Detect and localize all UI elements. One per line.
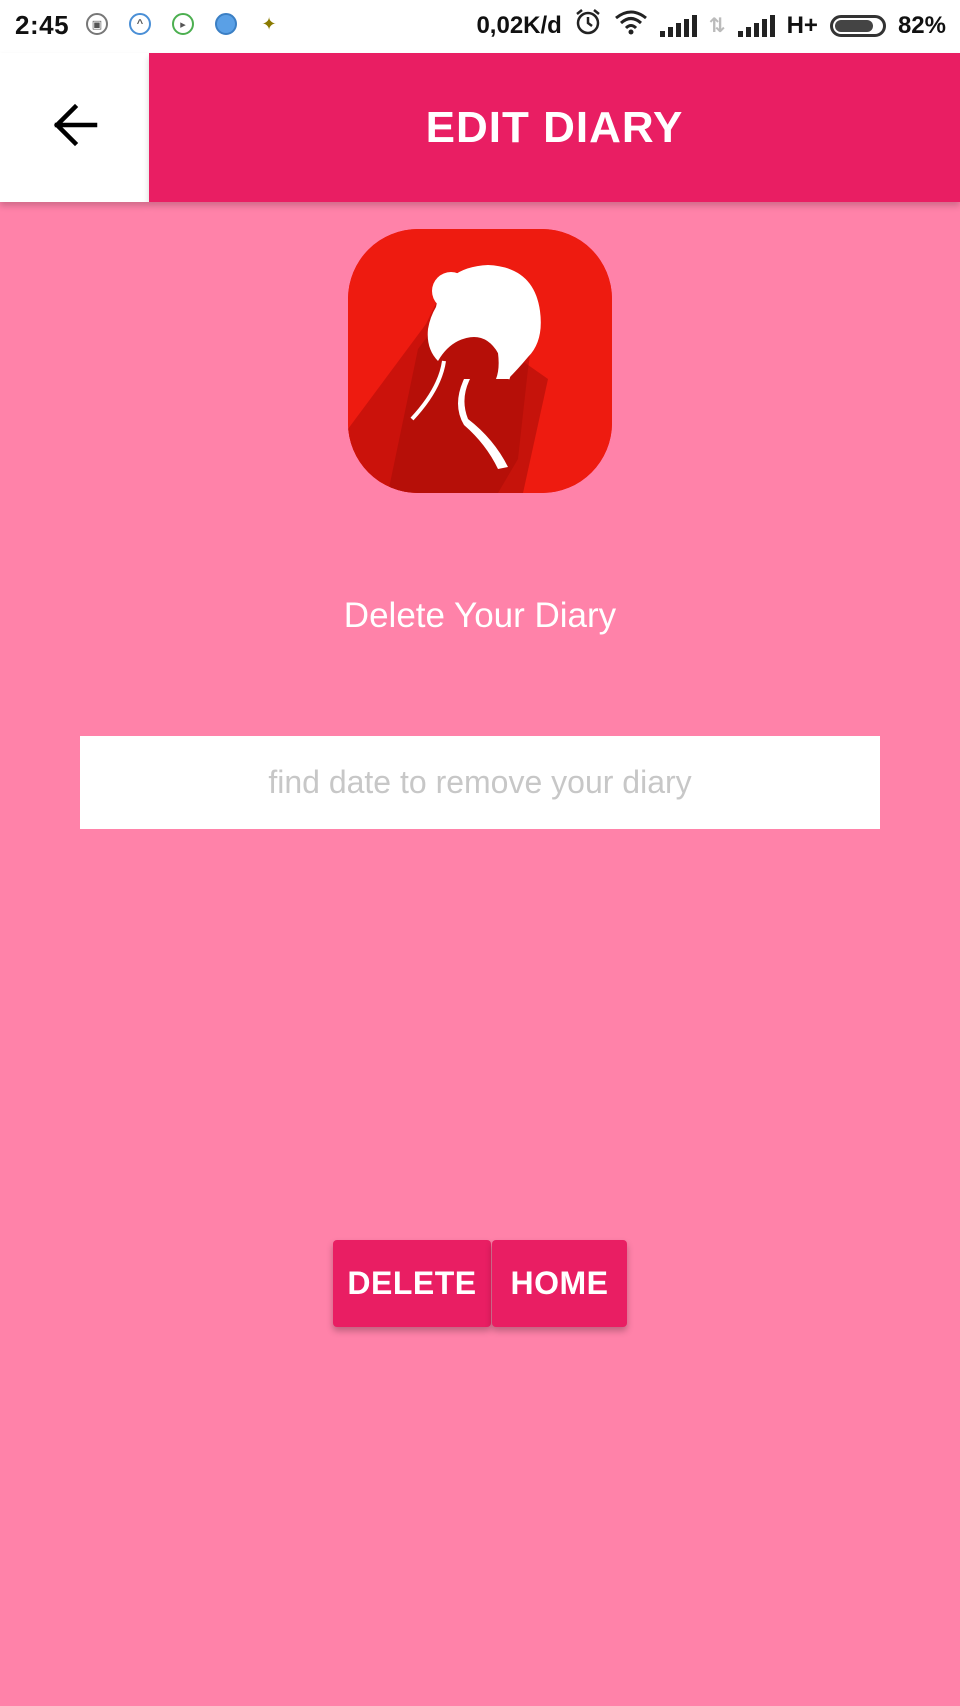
signal-icon (737, 14, 775, 37)
network-speed: 0,02K/d (476, 11, 562, 39)
home-button[interactable]: HOME (492, 1240, 627, 1327)
status-time: 2:45 (15, 10, 70, 40)
date-search-input[interactable] (80, 736, 880, 829)
notification-play-icon: ▸ (172, 13, 194, 35)
signal-icon (659, 14, 697, 37)
page-title: EDIT DIARY (425, 102, 684, 152)
status-bar: 2:45 ▣ ^ ▸ ✦ 0,02K/d ⇅ H+ 82% (0, 0, 960, 53)
app-bar: EDIT DIARY (0, 53, 960, 202)
battery-fill (834, 19, 873, 32)
battery-percent: 82% (897, 11, 946, 39)
network-type: H+ (786, 11, 818, 39)
notification-arrow-icon: ^ (129, 13, 151, 35)
arrow-left-icon (51, 103, 99, 152)
wifi-icon (614, 9, 648, 42)
app-logo (348, 229, 612, 493)
status-right: 0,02K/d ⇅ H+ 82% (476, 8, 946, 43)
notification-icons: ▣ ^ ▸ ✦ (86, 13, 280, 35)
woman-silhouette-logo (348, 229, 612, 493)
delete-button[interactable]: DELETE (333, 1240, 491, 1327)
battery-icon (829, 14, 886, 37)
alarm-icon (574, 8, 602, 43)
app-bar-title-area: EDIT DIARY (149, 53, 960, 202)
back-button[interactable] (0, 53, 149, 202)
notification-star-icon: ✦ (261, 13, 277, 34)
notification-app-icon: ▣ (86, 13, 108, 35)
notification-circle-icon (215, 13, 237, 35)
delete-diary-heading: Delete Your Diary (343, 596, 617, 635)
data-arrows-icon: ⇅ (708, 15, 726, 37)
